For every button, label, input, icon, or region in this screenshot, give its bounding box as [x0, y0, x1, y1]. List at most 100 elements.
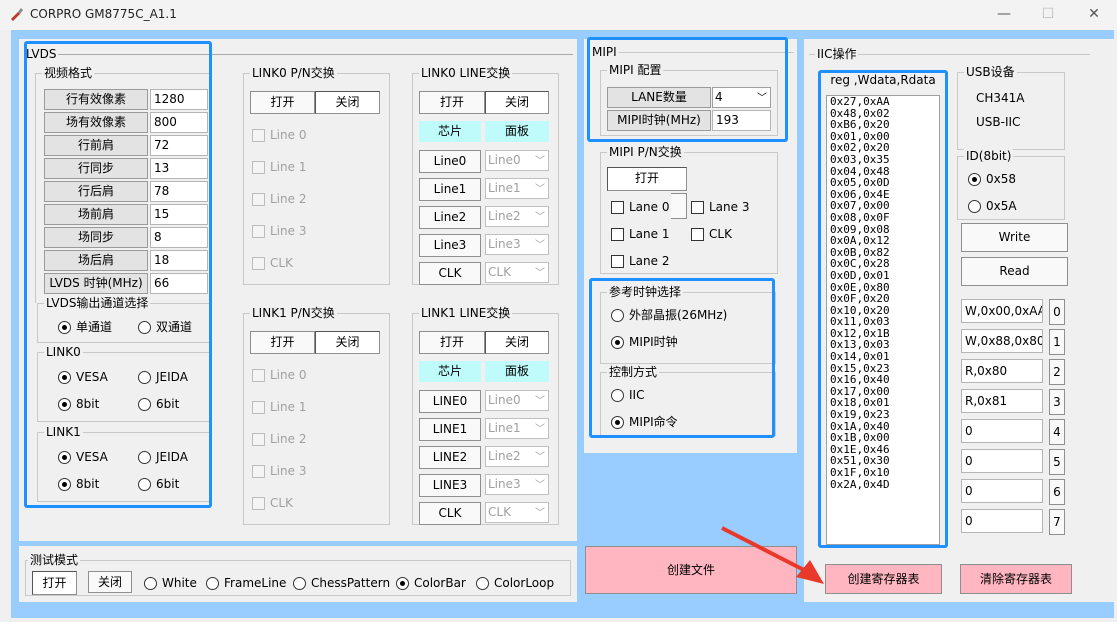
param-input[interactable]: 66: [150, 273, 208, 294]
link1-pn-line3-checkbox[interactable]: Line 3: [252, 463, 306, 479]
command-input[interactable]: 0: [961, 509, 1043, 533]
send-command-button[interactable]: 6: [1049, 479, 1065, 505]
colorloop-radio[interactable]: ColorLoop: [476, 575, 554, 591]
lane1-checkbox[interactable]: Lane 1: [611, 226, 669, 242]
control-iic-radio[interactable]: IIC: [611, 387, 644, 403]
chesspattern-radio[interactable]: ChessPattern: [293, 575, 390, 591]
minimize-button[interactable]: —: [981, 0, 1027, 30]
chip-line-button[interactable]: Line2: [419, 206, 481, 229]
link0-8bit-radio[interactable]: 8bit: [58, 396, 99, 412]
send-command-button[interactable]: 7: [1049, 509, 1065, 535]
link0-pn-close-button[interactable]: 关闭: [315, 91, 380, 114]
link1-pn-clk-checkbox[interactable]: CLK: [252, 495, 293, 511]
test-close-button[interactable]: 关闭: [88, 571, 132, 593]
test-open-button[interactable]: 打开: [32, 571, 77, 595]
single-channel-radio[interactable]: 单通道: [58, 319, 112, 335]
command-input[interactable]: 0: [961, 419, 1043, 443]
command-input[interactable]: W,0x00,0xAA: [961, 299, 1043, 323]
command-input[interactable]: R,0x81: [961, 389, 1043, 413]
link0-pn-line3-checkbox[interactable]: Line 3: [252, 223, 306, 239]
param-input[interactable]: 18: [150, 250, 208, 271]
ref-mipi-radio[interactable]: MIPI时钟: [611, 334, 678, 350]
dual-channel-radio[interactable]: 双通道: [138, 319, 192, 335]
link0-pn-line2-checkbox[interactable]: Line 2: [252, 191, 306, 207]
ref-external-radio[interactable]: 外部晶振(26MHz): [611, 307, 727, 323]
control-mipi-radio[interactable]: MIPI命令: [611, 414, 678, 430]
link1-pn-line1-checkbox[interactable]: Line 1: [252, 399, 306, 415]
panel-line-select[interactable]: Line1 ﹀: [485, 418, 549, 439]
link1-pn-open-button[interactable]: 打开: [250, 331, 315, 354]
panel-line-select[interactable]: Line0 ﹀: [485, 390, 549, 411]
link1-jeida-radio[interactable]: JEIDA: [138, 449, 188, 465]
send-command-button[interactable]: 5: [1049, 449, 1065, 475]
link1-line-close-button[interactable]: 关闭: [485, 331, 549, 354]
chip-line-button[interactable]: LINE2: [419, 446, 481, 469]
link0-line-open-button[interactable]: 打开: [419, 91, 485, 114]
link0-pn-line0-checkbox[interactable]: Line 0: [252, 127, 306, 143]
link0-6bit-radio[interactable]: 6bit: [138, 396, 179, 412]
command-input[interactable]: R,0x80: [961, 359, 1043, 383]
mipi-clock-input[interactable]: 193: [712, 110, 771, 131]
send-command-button[interactable]: 4: [1049, 419, 1065, 445]
frameline-radio[interactable]: FrameLine: [206, 575, 286, 591]
mipi-pn-open-button[interactable]: 打开: [607, 167, 687, 191]
read-button[interactable]: Read: [961, 257, 1068, 286]
lane2-checkbox[interactable]: Lane 2: [611, 253, 669, 269]
white-radio[interactable]: White: [144, 575, 197, 591]
link0-jeida-radio[interactable]: JEIDA: [138, 369, 188, 385]
id-0x58-radio[interactable]: 0x58: [968, 171, 1016, 187]
command-input[interactable]: 0: [961, 449, 1043, 473]
close-button[interactable]: ✕: [1071, 0, 1117, 30]
link0-line-close-button[interactable]: 关闭: [485, 91, 549, 114]
panel-line-select[interactable]: CLK ﹀: [485, 502, 549, 523]
write-button[interactable]: Write: [961, 223, 1068, 252]
chip-line-button[interactable]: Line1: [419, 178, 481, 201]
id-0x5a-radio[interactable]: 0x5A: [968, 198, 1017, 214]
chip-line-button[interactable]: CLK: [419, 262, 481, 285]
chip-line-button[interactable]: Line3: [419, 234, 481, 257]
chip-line-button[interactable]: Line0: [419, 150, 481, 173]
command-input[interactable]: W,0x88,0x80: [961, 329, 1043, 353]
chip-line-button[interactable]: LINE0: [419, 390, 481, 413]
panel-line-select[interactable]: Line3 ﹀: [485, 474, 549, 495]
link1-vesa-radio[interactable]: VESA: [58, 449, 108, 465]
register-list[interactable]: 0x27,0xAA 0x48,0x02 0xB6,0x20 0x01,0x00 0x02…: [826, 95, 940, 545]
param-input[interactable]: 72: [150, 135, 208, 156]
panel-line-select[interactable]: Line2 ﹀: [485, 206, 549, 227]
clear-register-table-button[interactable]: 清除寄存器表: [960, 564, 1072, 594]
panel-line-select[interactable]: Line1 ﹀: [485, 178, 549, 199]
param-input[interactable]: 800: [150, 112, 208, 133]
link1-line-open-button[interactable]: 打开: [419, 331, 485, 354]
link1-pn-close-button[interactable]: 关闭: [315, 331, 380, 354]
panel-line-select[interactable]: CLK ﹀: [485, 262, 549, 283]
lane3-checkbox[interactable]: Lane 3: [691, 199, 749, 215]
link0-vesa-radio[interactable]: VESA: [58, 369, 108, 385]
link1-pn-line0-checkbox[interactable]: Line 0: [252, 367, 306, 383]
send-command-button[interactable]: 3: [1049, 389, 1065, 415]
mipi-clk-checkbox[interactable]: CLK: [691, 226, 732, 242]
send-command-button[interactable]: 0: [1049, 299, 1065, 325]
link1-pn-line2-checkbox[interactable]: Line 2: [252, 431, 306, 447]
maximize-button[interactable]: ☐: [1025, 0, 1071, 30]
panel-line-select[interactable]: Line0 ﹀: [485, 150, 549, 171]
link1-6bit-radio[interactable]: 6bit: [138, 476, 179, 492]
link0-pn-open-button[interactable]: 打开: [250, 91, 315, 114]
param-input[interactable]: 15: [150, 204, 208, 225]
lane0-checkbox[interactable]: Lane 0: [611, 199, 669, 215]
chip-line-button[interactable]: CLK: [419, 502, 481, 525]
send-command-button[interactable]: 1: [1049, 329, 1065, 355]
panel-line-select[interactable]: Line2 ﹀: [485, 446, 549, 467]
create-register-table-button[interactable]: 创建寄存器表: [825, 564, 942, 594]
chip-line-button[interactable]: LINE3: [419, 474, 481, 497]
link1-8bit-radio[interactable]: 8bit: [58, 476, 99, 492]
param-input[interactable]: 8: [150, 227, 208, 248]
link0-pn-line1-checkbox[interactable]: Line 1: [252, 159, 306, 175]
colorbar-radio[interactable]: ColorBar: [396, 575, 466, 591]
param-input[interactable]: 1280: [150, 89, 208, 110]
param-input[interactable]: 78: [150, 181, 208, 202]
send-command-button[interactable]: 2: [1049, 359, 1065, 385]
chip-line-button[interactable]: LINE1: [419, 418, 481, 441]
lane-count-select[interactable]: 4 ﹀: [712, 87, 771, 108]
link0-pn-clk-checkbox[interactable]: CLK: [252, 255, 293, 271]
param-input[interactable]: 13: [150, 158, 208, 179]
